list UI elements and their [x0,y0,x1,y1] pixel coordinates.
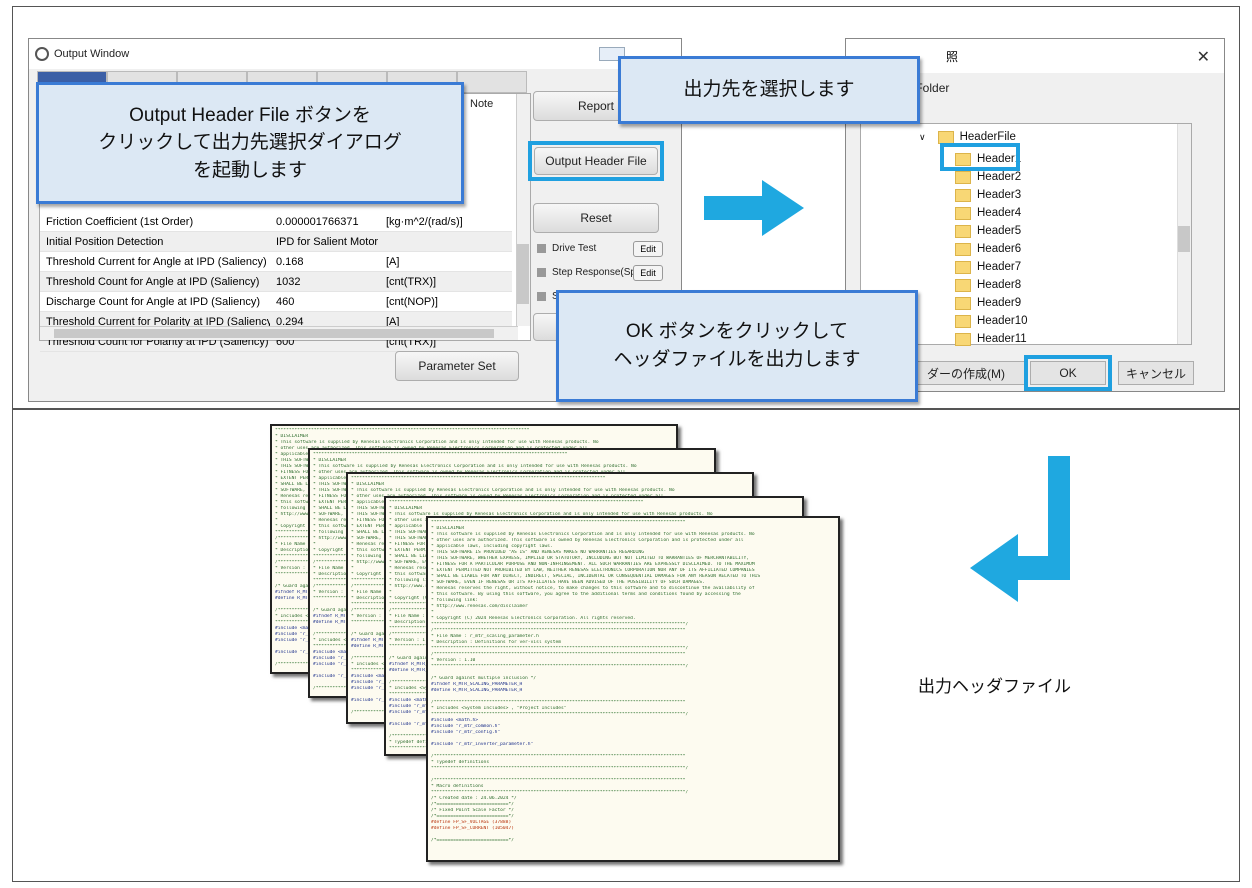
callout-select-destination: 出力先を選択します [618,56,920,124]
scrollbar-thumb[interactable] [1178,226,1190,252]
cancel-button[interactable]: キャンセル [1118,361,1194,385]
tab-7[interactable] [457,71,527,93]
drive-test-edit-button[interactable]: Edit [633,241,663,257]
param-value: 460 [276,295,295,308]
callout-open-dialog: Output Header File ボタンを クリックして出力先選択ダイアログ… [36,82,464,204]
table-row[interactable]: Threshold Count for Angle at IPD (Salien… [40,272,512,292]
table-row[interactable]: Initial Position Detection IPD for Salie… [40,232,512,252]
section-divider [12,408,1240,410]
tree-node-header3[interactable]: Header3 [955,186,1021,204]
tree-node-header5[interactable]: Header5 [955,222,1021,240]
header1-highlight [940,143,1020,171]
param-name: Discharge Count for Angle at IPD (Salien… [46,295,260,308]
callout-line: を起動します [192,159,307,181]
tree-node-label: Header2 [977,171,1022,183]
tree-node-label: Header9 [977,297,1022,309]
close-icon[interactable]: ✕ [1197,47,1210,67]
folder-icon [937,130,954,144]
param-unit: [cnt(NOP)] [386,295,438,308]
output-header-file-label: 出力ヘッダファイル [918,677,1071,696]
scrollbar-thumb[interactable] [517,244,529,304]
scrollbar-thumb[interactable] [54,329,494,338]
tree-node-label: Header6 [977,243,1022,255]
tree-node-label: Header5 [977,225,1022,237]
output-window-title: Output Window [54,48,130,60]
ok-button-highlight [1024,355,1112,391]
new-folder-button[interactable]: ダーの作成(M) [906,361,1026,385]
param-value: 0.000001766371 [276,215,359,228]
param-value: 0.168 [276,255,304,268]
header-file-page-front: ****************************************… [426,516,840,862]
param-name: Friction Coefficient (1st Order) [46,215,194,228]
tree-node-label: Header4 [977,207,1022,219]
param-value: IPD for Salient Motor [276,235,379,248]
checkbox-square [537,292,546,301]
folder-icon [955,188,971,202]
drive-test-checkbox[interactable]: Drive Test [537,243,596,254]
param-unit: [kg·m^2/(rad/s)] [386,215,463,228]
folder-icon [955,170,971,184]
tree-node-label: Header11 [977,333,1027,345]
callout-click-ok: OK ボタンをクリックして ヘッダファイルを出力します [556,290,918,402]
grid-vertical-scrollbar[interactable] [516,94,530,326]
param-name: Initial Position Detection [46,235,164,248]
grid-horizontal-scrollbar[interactable] [40,326,518,340]
param-name: Threshold Count for Angle at IPD (Salien… [46,275,260,288]
checkbox-square [537,244,546,253]
param-value: 1032 [276,275,301,288]
drive-test-label: Drive Test [552,243,597,254]
tree-node-header9[interactable]: Header9 [955,294,1021,312]
table-row[interactable]: Friction Coefficient (1st Order) 0.00000… [40,212,512,232]
folder-icon [955,332,971,346]
tree-node-header10[interactable]: Header10 [955,312,1028,330]
callout-line: 出力先を選択します [683,79,855,101]
tree-node-label: Header10 [977,315,1028,327]
dialog-title-fragment: 照 [946,50,959,64]
folder-icon [955,206,971,220]
code-line: /*==========================*/ [431,838,514,843]
tree-scrollbar[interactable] [1177,124,1191,344]
tree-node-label: Header3 [977,189,1022,201]
folder-icon [955,314,971,328]
table-row[interactable]: Threshold Current for Angle at IPD (Sali… [40,252,512,272]
tree-node-header7[interactable]: Header7 [955,258,1021,276]
tree-node-header11[interactable]: Header11 [955,330,1027,348]
reset-button[interactable]: Reset [533,203,659,233]
folder-icon [955,224,971,238]
checkbox-square [537,268,546,277]
tree-node-header4[interactable]: Header4 [955,204,1021,222]
note-column-header: Note [470,98,494,110]
param-unit: [cnt(TRX)] [386,275,437,288]
param-unit: [A] [386,255,400,268]
right-arrow-icon [704,180,804,236]
chevron-down-icon[interactable]: ∨ [919,132,926,143]
parameter-set-button[interactable]: Parameter Set [395,351,519,381]
step-response-edit-button[interactable]: Edit [633,265,663,281]
down-left-arrow-icon [970,456,1070,602]
folder-icon [955,296,971,310]
tree-node-header6[interactable]: Header6 [955,240,1021,258]
callout-line: OK ボタンをクリックして [625,321,849,343]
callout-line: Output Header File ボタンを [129,104,371,126]
callout-line: ヘッダファイルを出力します [613,349,861,370]
tree-node-label: HeaderFile [959,131,1016,143]
callout-line: クリックして出力先選択ダイアログ [98,132,402,154]
param-name: Threshold Current for Angle at IPD (Sali… [46,255,267,268]
tree-node-label: Header7 [977,261,1022,273]
folder-icon [955,278,971,292]
output-header-file-highlight [528,141,664,181]
folder-icon [955,260,971,274]
app-icon [35,47,49,61]
output-window-titlebar: Output Window [29,39,681,69]
folder-icon [955,242,971,256]
table-row[interactable]: Discharge Count for Angle at IPD (Salien… [40,292,512,312]
tree-node-label: Header8 [977,279,1022,291]
tree-node-header8[interactable]: Header8 [955,276,1021,294]
